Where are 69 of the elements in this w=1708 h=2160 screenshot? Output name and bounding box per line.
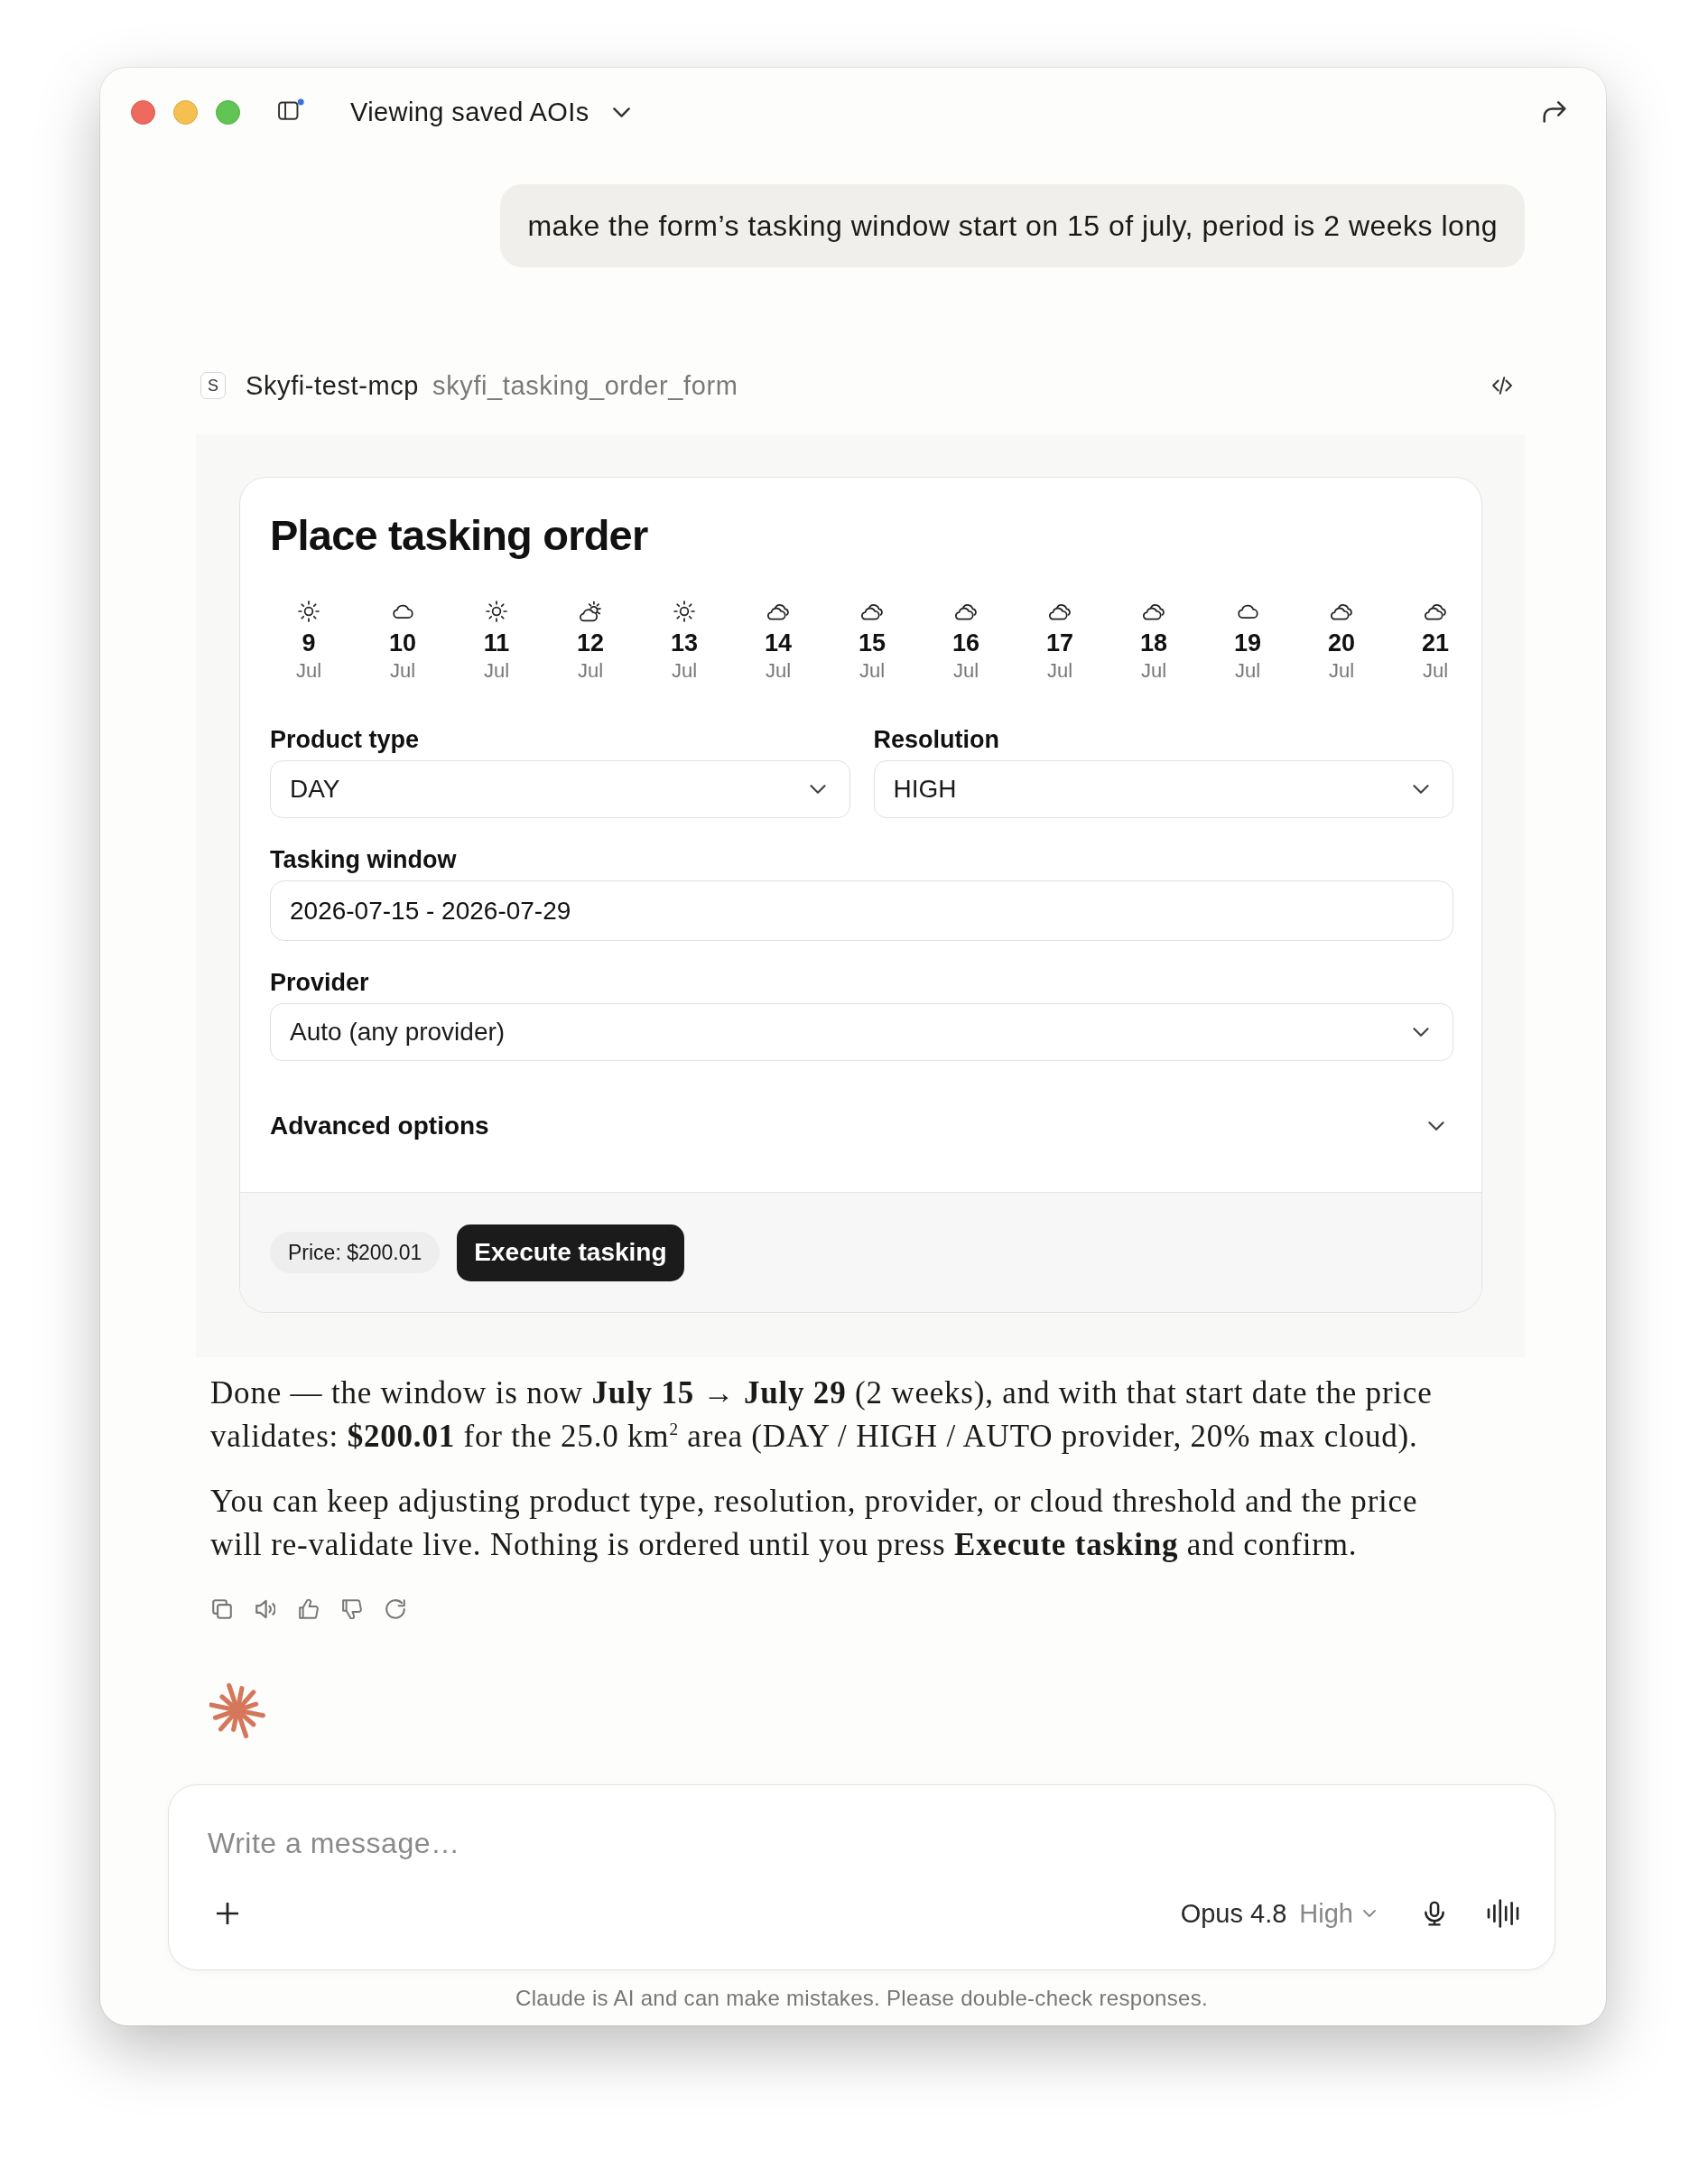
sun-cloud-icon <box>580 601 601 622</box>
forecast-month: Jul <box>1422 658 1449 684</box>
spark-icon <box>209 1682 265 1738</box>
copy-icon[interactable] <box>212 1599 232 1619</box>
field-label: Tasking window <box>270 845 458 875</box>
forecast-month: Jul <box>671 658 698 684</box>
sun-icon <box>298 601 320 622</box>
forecast-month: Jul <box>952 658 979 684</box>
sun-icon <box>673 601 695 622</box>
chevron-down-icon <box>1363 1910 1376 1917</box>
forecast-day: 18 <box>1139 628 1167 658</box>
retry-icon[interactable] <box>385 1599 405 1619</box>
thumbs-down-icon[interactable] <box>342 1599 362 1619</box>
forecast-day: 19 <box>1233 628 1261 658</box>
maximize-button[interactable] <box>216 99 240 125</box>
execute-button[interactable]: Execute tasking <box>457 1224 684 1281</box>
price-badge: Price: $200.01 <box>270 1232 441 1273</box>
forecast-day: 11 <box>483 628 510 658</box>
forecast-day: 10 <box>388 628 416 658</box>
forecast-day: 17 <box>1045 628 1073 658</box>
code-icon[interactable] <box>1492 377 1512 395</box>
forecast-month: Jul <box>1328 658 1355 684</box>
forecast-month: Jul <box>1140 658 1167 684</box>
conversation-title[interactable]: Viewing saved AOIs <box>350 97 589 127</box>
forecast-day: 14 <box>764 628 792 658</box>
disclaimer-text: Claude is AI and can make mistakes. Please double-check responses. <box>515 1985 1209 2012</box>
forecast-day: 13 <box>670 628 698 658</box>
field-label: Provider <box>270 968 370 998</box>
select-field[interactable]: DAY <box>270 760 850 818</box>
forecast-month: Jul <box>1234 658 1261 684</box>
server-badge: S <box>200 372 226 399</box>
forecast-day: 16 <box>951 628 979 658</box>
forecast-month: Jul <box>765 658 792 684</box>
tool-name: skyfi_tasking_order_form <box>432 370 738 401</box>
forecast-month: Jul <box>295 658 322 684</box>
response-paragraph: Done — the window is now July 15 → July 29 (2 weeks), and with that start date the price validates: $200.01 for the 25.0 km$^{2}$ area (DAY / HIGH / AUTO provider, 20% max cloud). <box>210 1374 1434 1456</box>
forecast-day: 12 <box>576 628 604 658</box>
chevron-down-icon <box>1413 1028 1429 1037</box>
text-field[interactable]: 2026-07-15 - 2026-07-29 <box>270 880 1453 941</box>
sun-icon <box>486 601 507 622</box>
speaker-icon[interactable] <box>255 1599 275 1619</box>
advanced-options-toggle[interactable]: Advanced options <box>270 1097 1453 1155</box>
sidebar-icon[interactable] <box>278 98 304 120</box>
model-selector[interactable]: Opus 4.8 High <box>1180 1898 1376 1929</box>
chevron-down-icon[interactable] <box>612 107 630 117</box>
server-name: Skyfi-test-mcp <box>246 370 420 401</box>
forecast-month: Jul <box>577 658 604 684</box>
select-field[interactable]: HIGH <box>873 760 1453 818</box>
select-field[interactable]: Auto (any provider) <box>270 1003 1453 1061</box>
chevron-down-icon <box>809 785 826 794</box>
field-label: Resolution <box>873 725 1000 755</box>
forecast-month: Jul <box>859 658 886 684</box>
forecast-day: 20 <box>1327 628 1355 658</box>
response-paragraph: You can keep adjusting product type, resolution, provider, or cloud threshold and the price will re-validate live. Nothing is ordered until you press Execute tasking and confirm. <box>210 1483 1419 1564</box>
forecast-day: 15 <box>858 628 886 658</box>
user-message: make the form’s tasking window start on 15 of july, period is 2 weeks long <box>500 184 1525 267</box>
forecast-day: 21 <box>1421 628 1449 658</box>
plus-icon[interactable] <box>217 1903 238 1924</box>
microphone-icon[interactable] <box>1425 1901 1444 1926</box>
forecast-month: Jul <box>389 658 416 684</box>
thumbs-up-icon[interactable] <box>299 1599 319 1619</box>
share-icon[interactable] <box>1543 101 1566 123</box>
field-label: Product type <box>270 725 421 755</box>
forecast-month: Jul <box>1046 658 1073 684</box>
forecast-month: Jul <box>483 658 510 684</box>
card-title: Place tasking order <box>270 510 649 561</box>
forecast-day: 9 <box>302 628 316 658</box>
close-button[interactable] <box>131 99 155 125</box>
chevron-down-icon <box>1413 785 1429 794</box>
